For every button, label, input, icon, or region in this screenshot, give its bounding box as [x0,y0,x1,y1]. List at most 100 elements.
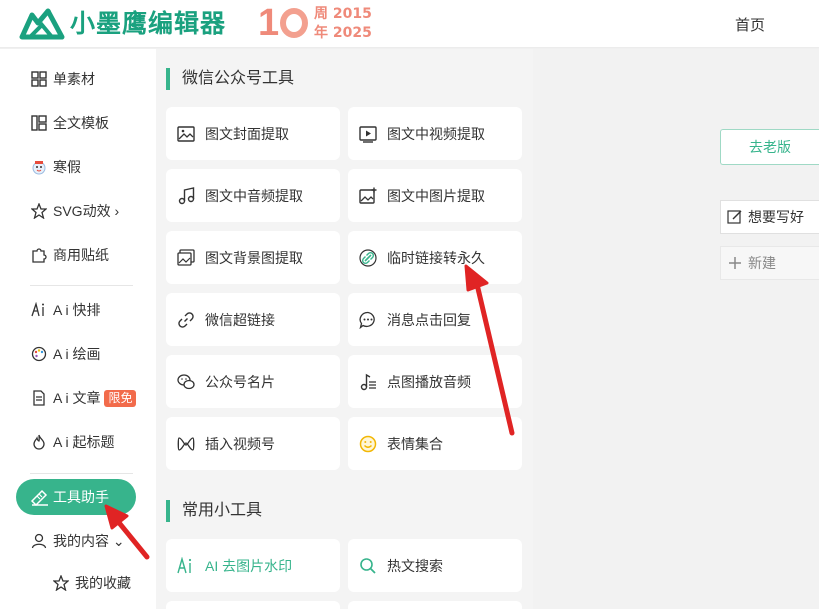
tool-card-insert-channels[interactable]: 插入视频号 [166,417,340,470]
sidebar-divider [30,473,133,474]
nav-home-link[interactable]: 首页 [735,14,765,35]
tool-icon [30,487,50,507]
tool-label: 点图播放音频 [387,373,471,390]
tool-card-partial[interactable] [348,601,522,609]
images-icon [176,248,196,268]
tool-card-background-extract[interactable]: 图文背景图提取 [166,231,340,284]
link-icon [176,310,196,330]
anniversary-zero-shape [280,8,308,38]
link-green-icon [358,248,378,268]
anniversary-line-1: 周 2015 [314,6,372,22]
sidebar-item-label: 我的内容 ⌄ [53,533,125,549]
smile-icon [358,434,378,454]
sidebar-item-stickers[interactable]: 商用贴纸 [30,242,109,268]
doc-icon [30,389,48,407]
eagle-logo-icon[interactable] [18,7,66,41]
sidebar-item-ai-title[interactable]: A i 起标题 [30,429,114,455]
ai-icon [30,301,48,319]
tool-label: 表情集合 [387,435,443,452]
sidebar-item-svg-effects[interactable]: SVG动效 › [30,198,119,224]
star-outline-icon [52,574,70,592]
tool-card-wechat-hyperlink[interactable]: 微信超链接 [166,293,340,346]
anniversary-badge: 1 周 2015 年 2025 [258,3,378,45]
layout-icon [30,114,48,132]
snowman-icon [30,158,48,176]
sidebar-item-label: SVG动效 › [53,203,120,219]
top-header: 小墨鹰编辑器 1 周 2015 年 2025 首页 [0,0,819,48]
tool-label: 图文中图片提取 [387,187,485,204]
tool-card-message-reply[interactable]: 消息点击回复 [348,293,522,346]
section-title-wechat-tools: 微信公众号工具 [166,68,294,90]
left-sidebar: 单素材 全文模板 寒假 SVG动效 › 商用贴纸 A i 快排 A i 绘画 A… [0,49,156,609]
tool-card-video-extract[interactable]: 图文中视频提取 [348,107,522,160]
sidebar-item-label: A i 绘画 [53,346,101,362]
image-icon [176,124,196,144]
tool-card-permanent-link[interactable]: 临时链接转永久 [348,231,522,284]
tool-card-click-play-audio[interactable]: 点图播放音频 [348,355,522,408]
tool-card-image-extract[interactable]: 图文中图片提取 [348,169,522,222]
tool-label: AI 去图片水印 [205,557,293,574]
tool-label: 热文搜索 [387,557,443,574]
tool-label: 图文中音频提取 [205,187,303,204]
music-list-icon [358,372,378,392]
sidebar-item-label: A i 起标题 [53,434,115,450]
wish-label: 想要写好 [748,209,804,225]
tool-label: 公众号名片 [205,373,275,390]
sidebar-item-winter-holiday[interactable]: 寒假 [30,154,81,180]
tool-label: 微信超链接 [205,311,275,328]
sidebar-item-label: 商用贴纸 [53,247,109,263]
plus-icon [727,255,743,271]
tool-card-account-card[interactable]: 公众号名片 [166,355,340,408]
sidebar-item-favorites[interactable]: 我的收藏 [52,570,131,596]
tools-panel: 微信公众号工具 图文封面提取 图文中视频提取 图文中音频提取 图文中图片提取 图… [156,49,533,609]
channels-icon [176,434,196,454]
ai-green-icon [176,556,196,576]
new-label: 新建 [748,255,776,271]
sidebar-item-label: 我的收藏 [75,575,131,591]
wechat-icon [176,372,196,392]
old-version-button[interactable]: 去老版 [720,129,819,165]
flame-icon [30,433,48,451]
free-badge: 限免 [104,389,137,407]
sidebar-item-label: 工具助手 [53,489,109,505]
user-icon [30,532,48,550]
sidebar-item-ai-article[interactable]: A i 文章 限免 [30,385,137,411]
tool-label: 图文背景图提取 [205,249,303,266]
wish-button[interactable]: 想要写好 [720,200,819,234]
sidebar-item-label: A i 快排 [53,302,101,318]
tool-card-ai-watermark-remove[interactable]: AI 去图片水印 [166,539,340,592]
sidebar-item-ai-drawing[interactable]: A i 绘画 [30,341,100,367]
sidebar-item-my-content[interactable]: 我的内容 ⌄ [30,528,125,554]
tool-card-emoji-collection[interactable]: 表情集合 [348,417,522,470]
tool-label: 插入视频号 [205,435,275,452]
music-icon [176,186,196,206]
tool-card-cover-extract[interactable]: 图文封面提取 [166,107,340,160]
tool-label: 临时链接转永久 [387,249,485,266]
anniversary-number: 1 [258,2,279,44]
brand-name[interactable]: 小墨鹰编辑器 [70,9,226,39]
tool-card-audio-extract[interactable]: 图文中音频提取 [166,169,340,222]
search-icon [358,556,378,576]
new-button[interactable]: 新建 [720,246,819,280]
puzzle-icon [30,246,48,264]
sidebar-item-full-template[interactable]: 全文模板 [30,110,109,136]
sidebar-item-single-material[interactable]: 单素材 [30,66,95,92]
edit-icon [727,209,743,225]
editor-area: 去老版 想要写好 新建 [533,49,819,609]
tool-card-hot-article-search[interactable]: 热文搜索 [348,539,522,592]
sidebar-item-label: 寒假 [53,159,81,175]
palette-icon [30,345,48,363]
sidebar-item-label: 全文模板 [53,115,109,131]
grid-icon [30,70,48,88]
sidebar-item-tool-assistant[interactable]: 工具助手 [16,479,136,515]
tool-label: 图文中视频提取 [387,125,485,142]
sidebar-item-label: A i 文章 [53,390,101,406]
sidebar-item-ai-layout[interactable]: A i 快排 [30,297,100,323]
tool-card-partial[interactable] [166,601,340,609]
tool-label: 消息点击回复 [387,311,471,328]
chat-icon [358,310,378,330]
video-icon [358,124,378,144]
image-plus-icon [358,186,378,206]
anniversary-line-2: 年 2025 [314,25,372,41]
sidebar-divider [30,285,133,286]
